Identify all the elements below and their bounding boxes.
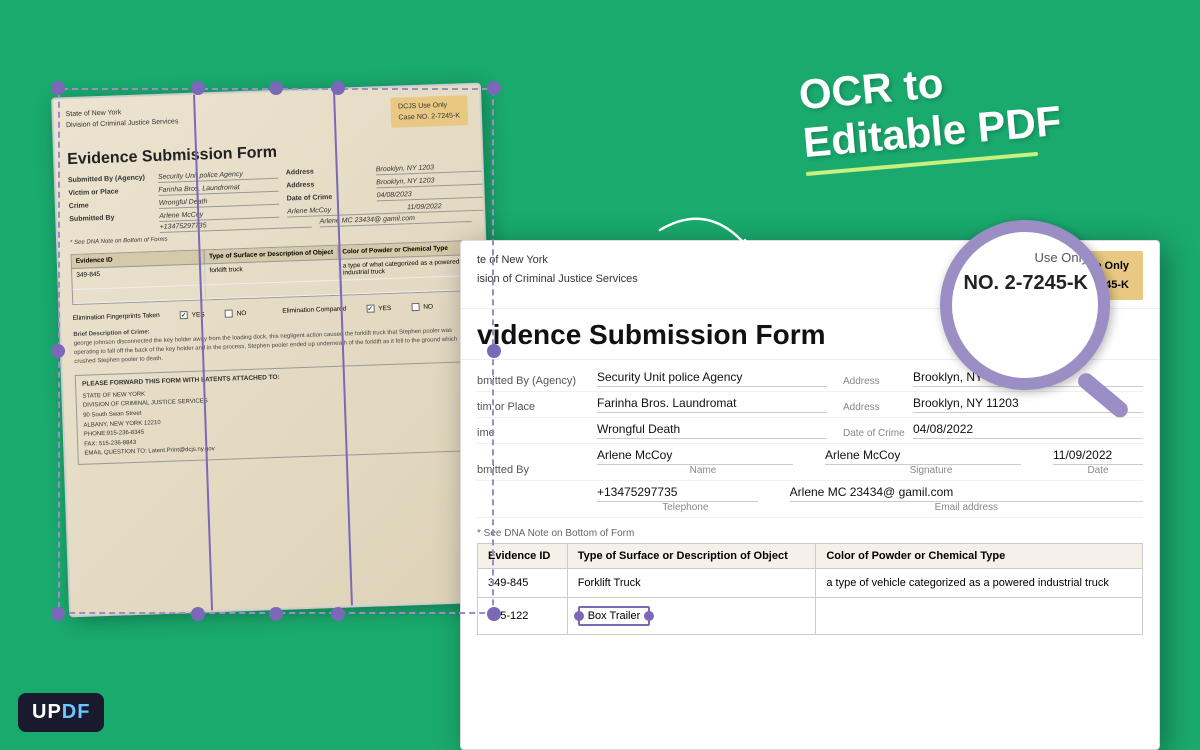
table-header-id: Evidence ID <box>478 544 568 569</box>
scanned-document: State of New York Division of Criminal J… <box>51 83 499 618</box>
editable-division: ision of Criminal Justice Services <box>477 270 638 289</box>
mag-use-only: Use Only <box>962 248 1088 268</box>
magnifier-handle <box>1075 370 1131 421</box>
table-cell-type-2: Box Trailer <box>567 598 816 635</box>
magnifier: Use Only NO. 2-7245-K <box>940 220 1140 420</box>
logo-text-up: UP <box>32 701 62 723</box>
signature-sublabel: Signature <box>825 465 1037 476</box>
dna-note: * See DNA Note on Bottom of Form <box>461 524 1159 543</box>
table-cell-type-1: Forklift Truck <box>567 569 816 598</box>
date-sublabel: Date <box>1053 465 1143 476</box>
address-label: Address <box>843 376 913 387</box>
scanned-header-right: DCJS Use Only Case NO. 2-7245-K <box>390 95 468 128</box>
crime-label: ime <box>477 427 597 439</box>
email-value: Arlene MC 23434@ gamil.com <box>790 485 1143 502</box>
table-header-type: Type of Surface or Description of Object <box>567 544 816 569</box>
telephone-value: +13475297735 <box>597 485 758 502</box>
editable-header-left: te of New York ision of Criminal Justice… <box>477 251 638 300</box>
agency-label: bmitted By (Agency) <box>477 375 597 387</box>
address-label2: Address <box>843 402 913 413</box>
table-cell-id-1: 349-845 <box>478 569 568 598</box>
scanned-forward: PLEASE FORWARD THIS FORM WITH LATENTS AT… <box>75 361 480 465</box>
agency-value: Security Unit police Agency <box>597 370 827 387</box>
email-sublabel: Email address <box>790 502 1143 513</box>
scanned-evidence-table: Evidence ID Type of Surface or Descripti… <box>71 240 475 305</box>
table-row-2: 105-122 Box Trailer <box>478 598 1143 635</box>
table-cell-color-1: a type of vehicle categorized as a power… <box>816 569 1143 598</box>
table-cell-id-2: 105-122 <box>478 598 568 635</box>
box-trailer-highlight: Box Trailer <box>578 606 651 626</box>
editable-row-crime: ime Wrongful Death Date of Crime 04/08/2… <box>477 418 1143 444</box>
doc-label: Date of Crime <box>843 428 913 439</box>
table-row-1: 349-845 Forklift Truck a type of vehicle… <box>478 569 1143 598</box>
editable-state: te of New York <box>477 251 638 270</box>
table-cell-color-2 <box>816 598 1143 635</box>
arrow-decoration <box>650 210 770 295</box>
scanned-case: Case NO. 2-7245-K <box>398 111 460 124</box>
table-header-color: Color of Powder or Chemical Type <box>816 544 1143 569</box>
editable-row-submitted: bmitted By Arlene McCoy Name Arlene McCo… <box>477 444 1143 481</box>
bt-handle-right[interactable] <box>644 611 654 621</box>
doc-value: 04/08/2022 <box>913 422 1143 439</box>
editable-evidence-table: Evidence ID Type of Surface or Descripti… <box>477 543 1143 635</box>
updf-logo[interactable]: UPDF <box>18 693 104 732</box>
logo-text-df: DF <box>62 701 91 723</box>
submitted-value: Arlene McCoy <box>597 448 793 465</box>
signature-value: Arlene McCoy <box>825 448 1021 465</box>
scanned-header-left: State of New York Division of Criminal J… <box>65 105 178 139</box>
crime-value: Wrongful Death <box>597 422 827 439</box>
magnifier-content: Use Only NO. 2-7245-K <box>952 232 1098 314</box>
magnifier-circle: Use Only NO. 2-7245-K <box>940 220 1110 390</box>
name-sublabel: Name <box>597 465 809 476</box>
mag-case-no: NO. 2-7245-K <box>962 268 1088 298</box>
editable-row-contact: +13475297735 Telephone Arlene MC 23434@ … <box>477 481 1143 518</box>
date-value: 11/09/2022 <box>1053 448 1143 465</box>
victim-value: Farinha Bros. Laundromat <box>597 396 827 413</box>
submitted-label: bmitted By <box>477 464 597 476</box>
telephone-sublabel: Telephone <box>597 502 774 513</box>
bt-handle-left[interactable] <box>574 611 584 621</box>
box-trailer-text: Box Trailer <box>588 610 641 622</box>
victim-label: tim or Place <box>477 401 597 413</box>
